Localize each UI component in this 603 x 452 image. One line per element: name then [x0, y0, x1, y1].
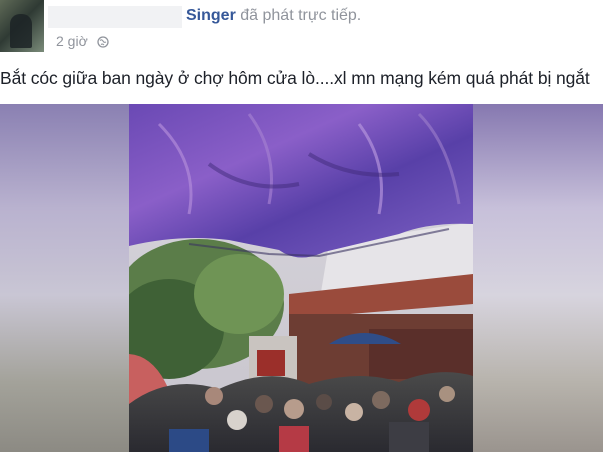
globe-icon	[97, 35, 109, 51]
post-header: Singer đã phát trực tiếp. 2 giờ	[0, 0, 603, 60]
timestamp[interactable]: 2 giờ	[56, 33, 88, 49]
video-blur-left	[0, 104, 129, 452]
avatar[interactable]	[0, 0, 44, 52]
video-blur-right	[473, 104, 603, 452]
post-action: đã phát trực tiếp.	[240, 7, 362, 24]
live-video[interactable]	[0, 104, 603, 452]
timestamp-row: 2 giờ	[56, 33, 109, 51]
redacted-name	[48, 6, 182, 28]
author-name[interactable]: Singer	[186, 7, 236, 24]
post-caption: Bắt cóc giữa ban ngày ở chợ hôm cửa lò..…	[0, 68, 590, 88]
post-meta-line: Singer đã phát trực tiếp.	[186, 7, 361, 25]
video-frame	[129, 104, 473, 452]
